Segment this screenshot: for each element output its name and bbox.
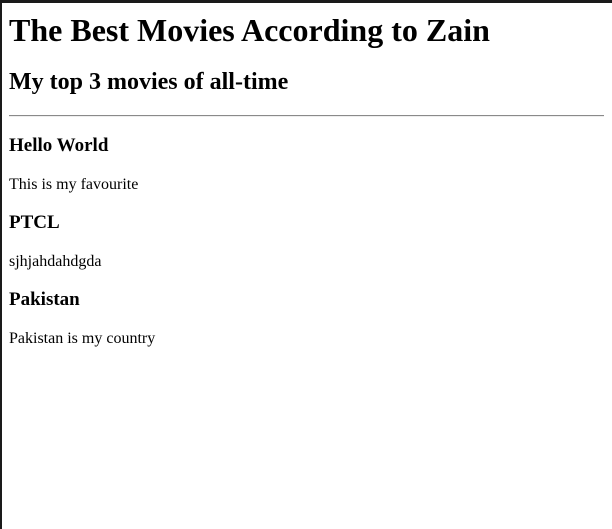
movie-title: Pakistan xyxy=(9,289,80,310)
movie-item: Hello World This is my favourite xyxy=(9,135,604,194)
page-subtitle: My top 3 movies of all-time xyxy=(9,69,289,95)
movie-item: Pakistan Pakistan is my country xyxy=(9,289,604,348)
page-content: The Best Movies According to Zain My top… xyxy=(2,12,612,348)
movie-description: This is my favourite xyxy=(9,176,139,193)
movie-description: Pakistan is my country xyxy=(9,330,156,347)
movie-item: PTCL sjhjahdahdgda xyxy=(9,212,604,271)
movie-title: PTCL xyxy=(9,212,60,233)
page-title: The Best Movies According to Zain xyxy=(9,12,490,48)
divider xyxy=(9,115,604,117)
movie-title: Hello World xyxy=(9,135,109,156)
movie-description: sjhjahdahdgda xyxy=(9,253,102,270)
